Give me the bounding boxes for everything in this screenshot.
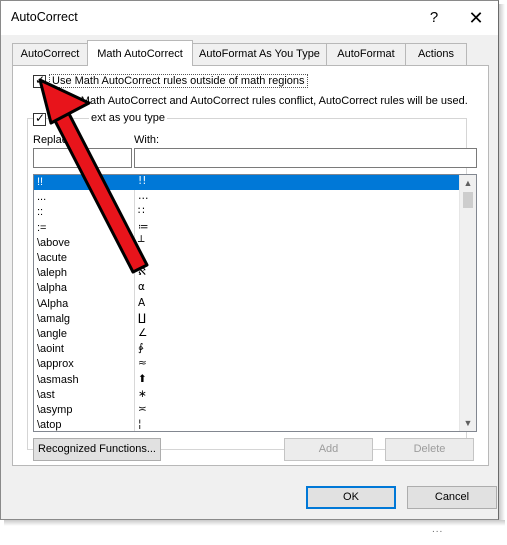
list-row[interactable]: \above ┴	[34, 236, 459, 251]
replace-cell: \asmash	[37, 373, 79, 386]
replace-cell: \amalg	[37, 312, 71, 325]
with-cell: A	[138, 296, 146, 309]
with-cell: ∐	[138, 311, 146, 324]
list-row[interactable]: !!!!	[34, 175, 459, 190]
add-button[interactable]: Add	[284, 438, 373, 461]
tab-autoformat-as-you-type[interactable]: AutoFormat As You Type	[192, 43, 327, 65]
replace-as-you-type-checkbox[interactable]: ✓	[33, 111, 46, 126]
list-row[interactable]: \approx ≈	[34, 357, 459, 372]
with-cell: ¦	[138, 418, 142, 431]
window-shadow	[499, 4, 505, 524]
with-cell: ≔	[138, 220, 149, 233]
list-row[interactable]: \Alpha A	[34, 297, 459, 312]
list-row[interactable]: \atop ¦	[34, 418, 459, 432]
with-cell: ⬆	[138, 372, 147, 385]
checkmark-icon: ✓	[35, 73, 46, 87]
with-cell: ≍	[138, 403, 147, 415]
list-row[interactable]: \asymp ≍	[34, 403, 459, 418]
replace-cell: \approx	[37, 358, 74, 371]
replace-cell: \acute	[37, 252, 67, 264]
list-row[interactable]: \alpha α	[34, 281, 459, 296]
use-outside-math-label[interactable]: Use Math AutoCorrect rules outside of ma…	[49, 74, 308, 88]
tab-math-autocorrect[interactable]: Math AutoCorrect	[87, 40, 193, 66]
replacement-list[interactable]: !!!!...…::∷:=≔\above┴\acuté\alephℵ\alph…	[33, 174, 477, 432]
replace-cell: ::	[37, 206, 44, 219]
with-cell: ┴	[138, 235, 145, 248]
with-cell: …	[138, 190, 149, 203]
tab-actions[interactable]: Actions	[405, 43, 467, 65]
list-row[interactable]: := ≔	[34, 221, 459, 236]
window-shadow	[4, 520, 505, 526]
list-row[interactable]: \amalg ∐	[34, 312, 459, 327]
delete-button[interactable]: Delete	[385, 438, 474, 461]
autocorrect-dialog: AutoCorrect ? ✕ AutoCorrect Math AutoCor…	[0, 0, 499, 520]
replace-cell: \ast	[37, 388, 55, 401]
replace-cell: :=	[37, 221, 47, 234]
list-row[interactable]: \ast ∗	[34, 388, 459, 403]
replace-cell: \aleph	[37, 267, 67, 280]
replace-input[interactable]	[33, 148, 132, 168]
list-row[interactable]: \aleph ℵ	[34, 266, 459, 281]
with-cell: !!	[138, 175, 147, 187]
with-column-label: With:	[134, 134, 160, 146]
with-cell: ∷	[138, 205, 145, 218]
scroll-thumb[interactable]	[463, 192, 473, 208]
list-row[interactable]: \angle ∠	[34, 327, 459, 342]
list-row[interactable]: ... …	[34, 190, 459, 205]
math-autocorrect-panel: ✓ Use Math AutoCorrect rules outside of …	[12, 65, 489, 466]
replace-column-label: Replace:	[33, 134, 77, 146]
list-row[interactable]: \asmash ⬆	[34, 373, 459, 388]
title-bar: AutoCorrect ? ✕	[1, 1, 498, 35]
tab-autoformat[interactable]: AutoFormat	[326, 43, 406, 65]
replace-cell: \asymp	[37, 404, 73, 416]
window-title: AutoCorrect	[11, 10, 78, 24]
recognized-functions-button[interactable]: Recognized Functions...	[33, 438, 161, 461]
scroll-down-icon[interactable]: ▼	[460, 415, 476, 431]
close-button[interactable]: ✕	[459, 5, 493, 31]
list-scrollbar[interactable]: ▲ ▼	[459, 175, 476, 431]
replace-cell: \alpha	[37, 282, 67, 295]
replace-cell: \Alpha	[37, 297, 69, 310]
with-cell: ℵ	[138, 266, 146, 279]
conflict-note: When Math AutoCorrect and AutoCorrect ru…	[49, 95, 468, 107]
ok-button[interactable]: OK	[306, 486, 396, 509]
help-button[interactable]: ?	[419, 5, 449, 31]
background-window-fragment: ...	[432, 524, 444, 535]
replace-cell: \angle	[37, 328, 67, 340]
replace-cell: \aoint	[37, 343, 64, 356]
use-outside-math-checkbox[interactable]: ✓	[33, 73, 46, 88]
replace-cell: \atop	[37, 419, 62, 432]
with-cell: ≈	[138, 357, 147, 370]
with-cell: ∳	[138, 342, 144, 355]
with-input[interactable]	[134, 148, 477, 168]
replace-cell: ...	[37, 191, 47, 204]
with-cell: α	[138, 281, 145, 294]
replace-as-you-type-label[interactable]: ext as you type	[89, 112, 167, 124]
with-cell: ∗	[138, 387, 147, 400]
list-row[interactable]: :: ∷	[34, 205, 459, 220]
with-cell: ∠	[138, 327, 148, 339]
replace-cell: \above	[37, 236, 71, 249]
list-row[interactable]: \acuté	[34, 251, 459, 266]
list-row[interactable]: \aoint ∳	[34, 342, 459, 357]
scroll-up-icon[interactable]: ▲	[460, 175, 476, 191]
checkmark-icon: ✓	[35, 111, 46, 125]
cancel-button[interactable]: Cancel	[407, 486, 497, 509]
tab-autocorrect[interactable]: AutoCorrect	[12, 43, 88, 65]
replace-cell: !!	[37, 176, 44, 188]
